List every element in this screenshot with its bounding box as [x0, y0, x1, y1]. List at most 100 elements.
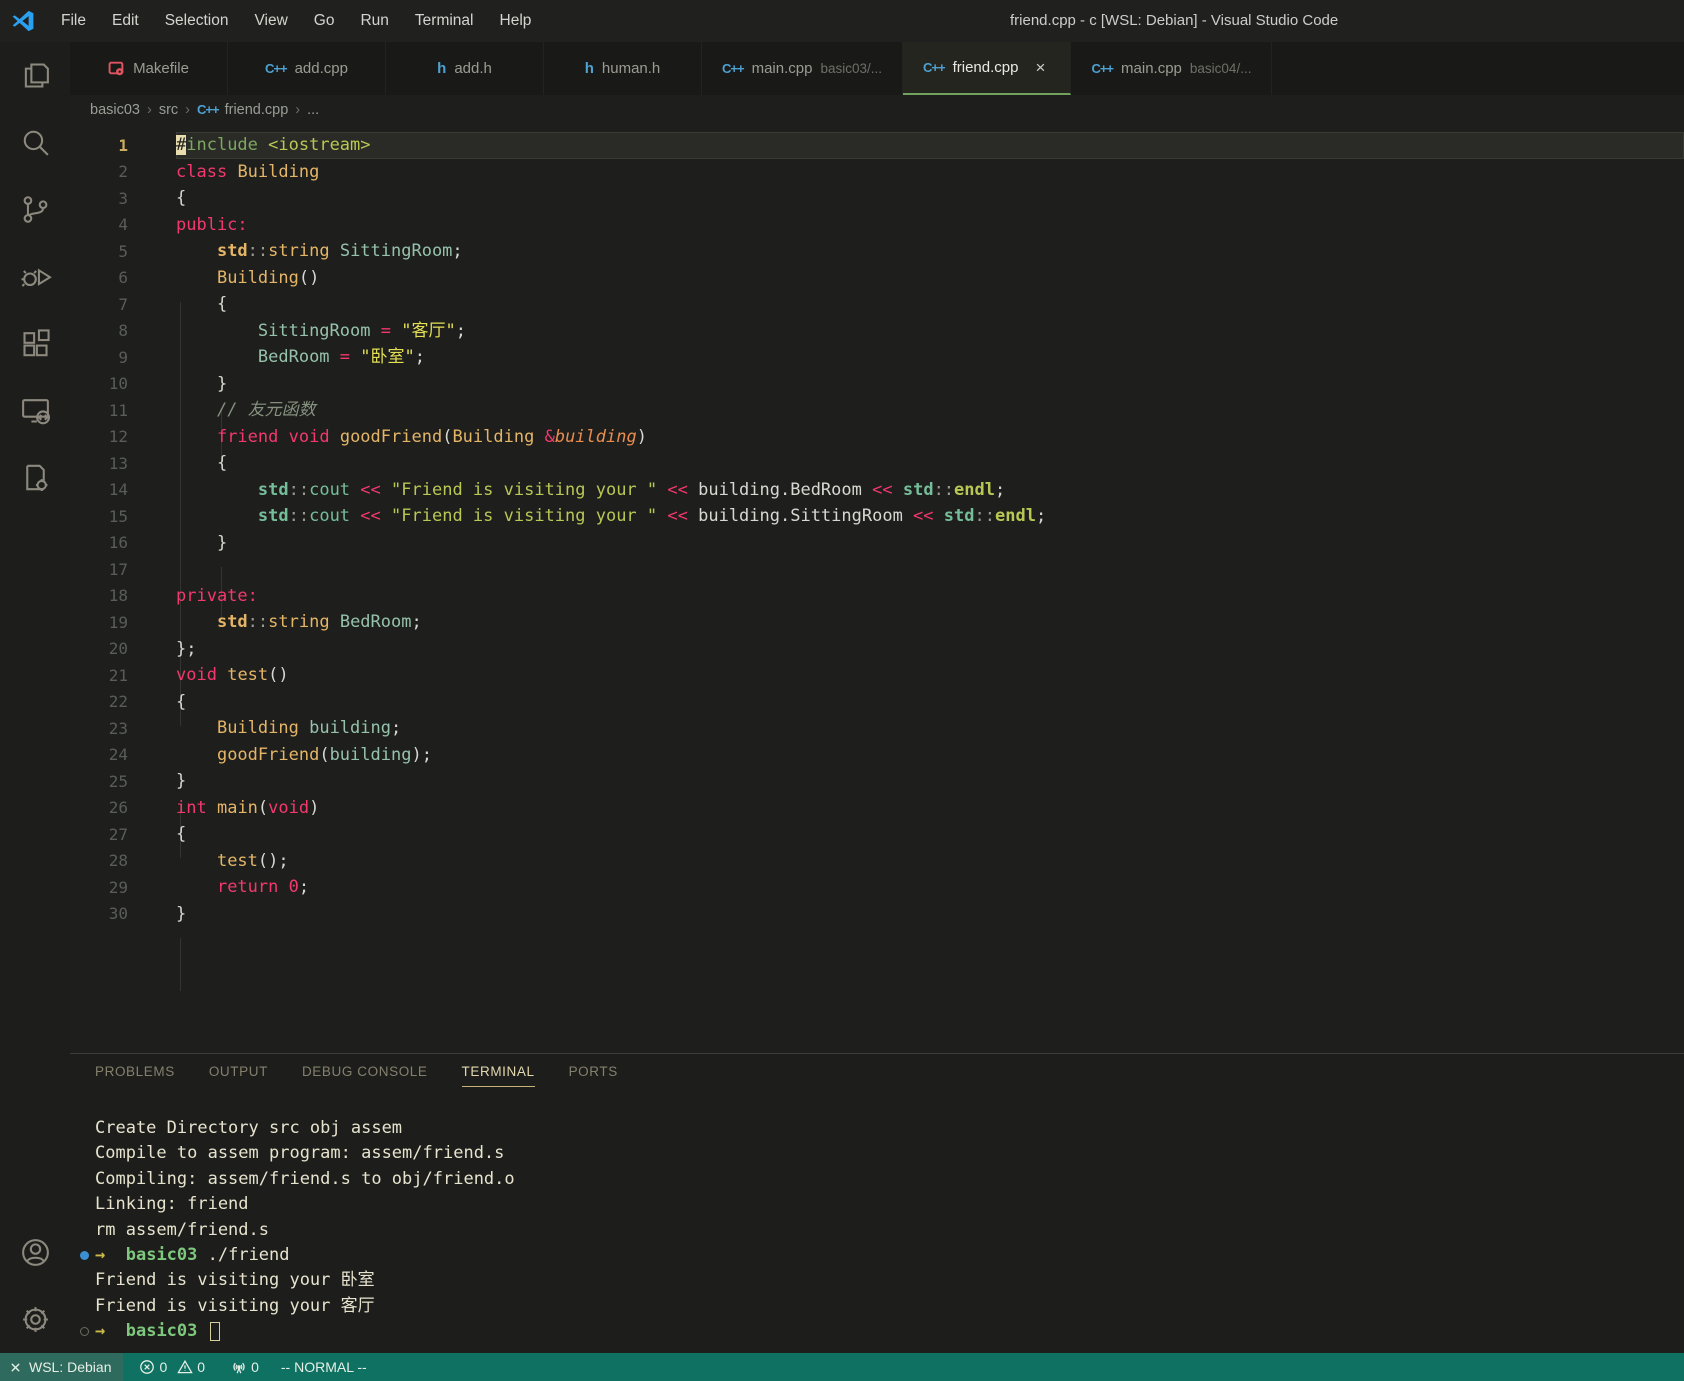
code-line[interactable]: 10 } [70, 371, 1684, 398]
line-number[interactable]: 17 [70, 560, 176, 579]
tab-main.cpp[interactable]: C++ main.cpp basic03/... [702, 42, 903, 95]
code-line[interactable]: 7 { [70, 291, 1684, 318]
line-number[interactable]: 30 [70, 904, 176, 923]
line-number[interactable]: 3 [70, 189, 176, 208]
menu-view[interactable]: View [241, 12, 300, 29]
menu-edit[interactable]: Edit [99, 12, 152, 29]
line-number[interactable]: 26 [70, 798, 176, 817]
menu-help[interactable]: Help [487, 12, 545, 29]
tab-Makefile[interactable]: Makefile [70, 42, 228, 95]
code-line[interactable]: 16 } [70, 530, 1684, 557]
activitybar-settings[interactable] [0, 1286, 70, 1353]
line-number[interactable]: 28 [70, 851, 176, 870]
line-number[interactable]: 12 [70, 427, 176, 446]
tab-add.cpp[interactable]: C++ add.cpp [228, 42, 386, 95]
code-line[interactable]: 4 public: [70, 212, 1684, 239]
activitybar-cpp-tools[interactable] [0, 444, 70, 511]
panel-tab-debug-console[interactable]: DEBUG CONSOLE [302, 1064, 428, 1087]
code-line[interactable]: 25} [70, 768, 1684, 795]
menu-run[interactable]: Run [347, 12, 401, 29]
menu-terminal[interactable]: Terminal [402, 12, 487, 29]
code-line[interactable]: 26 int main(void) [70, 795, 1684, 822]
code-editor[interactable]: 1 #include <iostream> 2 class Building 3{4 pu… [70, 125, 1684, 1053]
code-line[interactable]: 12 friend void goodFriend(Building &buil… [70, 424, 1684, 451]
tab-friend.cpp[interactable]: C++ friend.cpp × [903, 42, 1072, 95]
code-line[interactable]: 8 SittingRoom = "客厅"; [70, 318, 1684, 345]
code-line[interactable]: 22{ [70, 689, 1684, 716]
vim-mode-indicator[interactable]: -- NORMAL -- [281, 1359, 367, 1375]
panel-tab-output[interactable]: OUTPUT [209, 1064, 268, 1087]
tab-human.h[interactable]: h human.h [544, 42, 702, 95]
line-number[interactable]: 6 [70, 268, 176, 287]
line-number[interactable]: 22 [70, 692, 176, 711]
code-line[interactable]: 17 [70, 556, 1684, 583]
menu-file[interactable]: File [48, 12, 99, 29]
code-line[interactable]: 13 { [70, 450, 1684, 477]
line-number[interactable]: 2 [70, 162, 176, 181]
code-line[interactable]: 27{ [70, 821, 1684, 848]
code-line[interactable]: 15 std::cout << "Friend is visiting your… [70, 503, 1684, 530]
code-line[interactable]: 14 std::cout << "Friend is visiting your… [70, 477, 1684, 504]
code-line[interactable]: 29 return 0; [70, 874, 1684, 901]
tab-main.cpp[interactable]: C++ main.cpp basic04/... [1071, 42, 1273, 95]
line-number[interactable]: 27 [70, 825, 176, 844]
activitybar-explorer[interactable] [0, 42, 70, 109]
command-decoration-icon[interactable] [80, 1327, 89, 1337]
line-number[interactable]: 18 [70, 586, 176, 605]
problems-status[interactable]: 0 0 [139, 1359, 215, 1375]
code-line[interactable]: 20}; [70, 636, 1684, 663]
activitybar-source-control[interactable] [0, 176, 70, 243]
line-number[interactable]: 25 [70, 772, 176, 791]
line-number[interactable]: 7 [70, 295, 176, 314]
activitybar-search[interactable] [0, 109, 70, 176]
panel-tab-problems[interactable]: PROBLEMS [95, 1064, 175, 1087]
code-line[interactable]: 3{ [70, 185, 1684, 212]
code-line[interactable]: 30} [70, 901, 1684, 928]
line-number[interactable]: 23 [70, 719, 176, 738]
line-number[interactable]: 21 [70, 666, 176, 685]
code-line[interactable]: 9 BedRoom = "卧室"; [70, 344, 1684, 371]
tab-close-icon[interactable]: × [1030, 58, 1050, 78]
breadcrumb-item-friend.cpp[interactable]: C++ friend.cpp [197, 102, 288, 118]
activitybar-remote-explorer[interactable] [0, 377, 70, 444]
line-number[interactable]: 11 [70, 401, 176, 420]
code-line[interactable]: 28 test(); [70, 848, 1684, 875]
port-forward-status[interactable]: 0 [231, 1359, 259, 1375]
code-line[interactable]: 5 std::string SittingRoom; [70, 238, 1684, 265]
code-line[interactable]: 6 Building() [70, 265, 1684, 292]
line-number[interactable]: 4 [70, 215, 176, 234]
line-number[interactable]: 24 [70, 745, 176, 764]
line-number[interactable]: 16 [70, 533, 176, 552]
code-line[interactable]: 21 void test() [70, 662, 1684, 689]
line-number[interactable]: 19 [70, 613, 176, 632]
panel-tab-terminal[interactable]: TERMINAL [461, 1064, 535, 1087]
command-decoration-icon[interactable] [80, 1250, 89, 1260]
line-number[interactable]: 13 [70, 454, 176, 473]
breadcrumb-item-src[interactable]: src [159, 102, 178, 118]
line-number[interactable]: 9 [70, 348, 176, 367]
activitybar-extensions[interactable] [0, 310, 70, 377]
terminal[interactable]: Create Directory src obj assem Compile to… [70, 1116, 1684, 1353]
line-number[interactable]: 14 [70, 480, 176, 499]
breadcrumb-item-basic03[interactable]: basic03 [90, 102, 140, 118]
code-line[interactable]: 1 #include <iostream> [70, 132, 1684, 159]
line-number[interactable]: 1 [70, 136, 176, 155]
remote-indicator[interactable]: WSL: Debian [0, 1353, 124, 1381]
code-line[interactable]: 24 goodFriend(building); [70, 742, 1684, 769]
line-number[interactable]: 20 [70, 639, 176, 658]
line-number[interactable]: 5 [70, 242, 176, 261]
code-line[interactable]: 19 std::string BedRoom; [70, 609, 1684, 636]
tab-add.h[interactable]: h add.h [386, 42, 544, 95]
panel-tab-ports[interactable]: PORTS [569, 1064, 618, 1087]
menu-go[interactable]: Go [301, 12, 348, 29]
code-line[interactable]: 18 private: [70, 583, 1684, 610]
activitybar-accounts[interactable] [0, 1219, 70, 1286]
code-line[interactable]: 2 class Building [70, 159, 1684, 186]
activitybar-run-debug[interactable] [0, 243, 70, 310]
line-number[interactable]: 8 [70, 321, 176, 340]
breadcrumb-item-...[interactable]: ... [307, 102, 319, 118]
line-number[interactable]: 15 [70, 507, 176, 526]
line-number[interactable]: 29 [70, 878, 176, 897]
line-number[interactable]: 10 [70, 374, 176, 393]
code-line[interactable]: 11 // 友元函数 [70, 397, 1684, 424]
